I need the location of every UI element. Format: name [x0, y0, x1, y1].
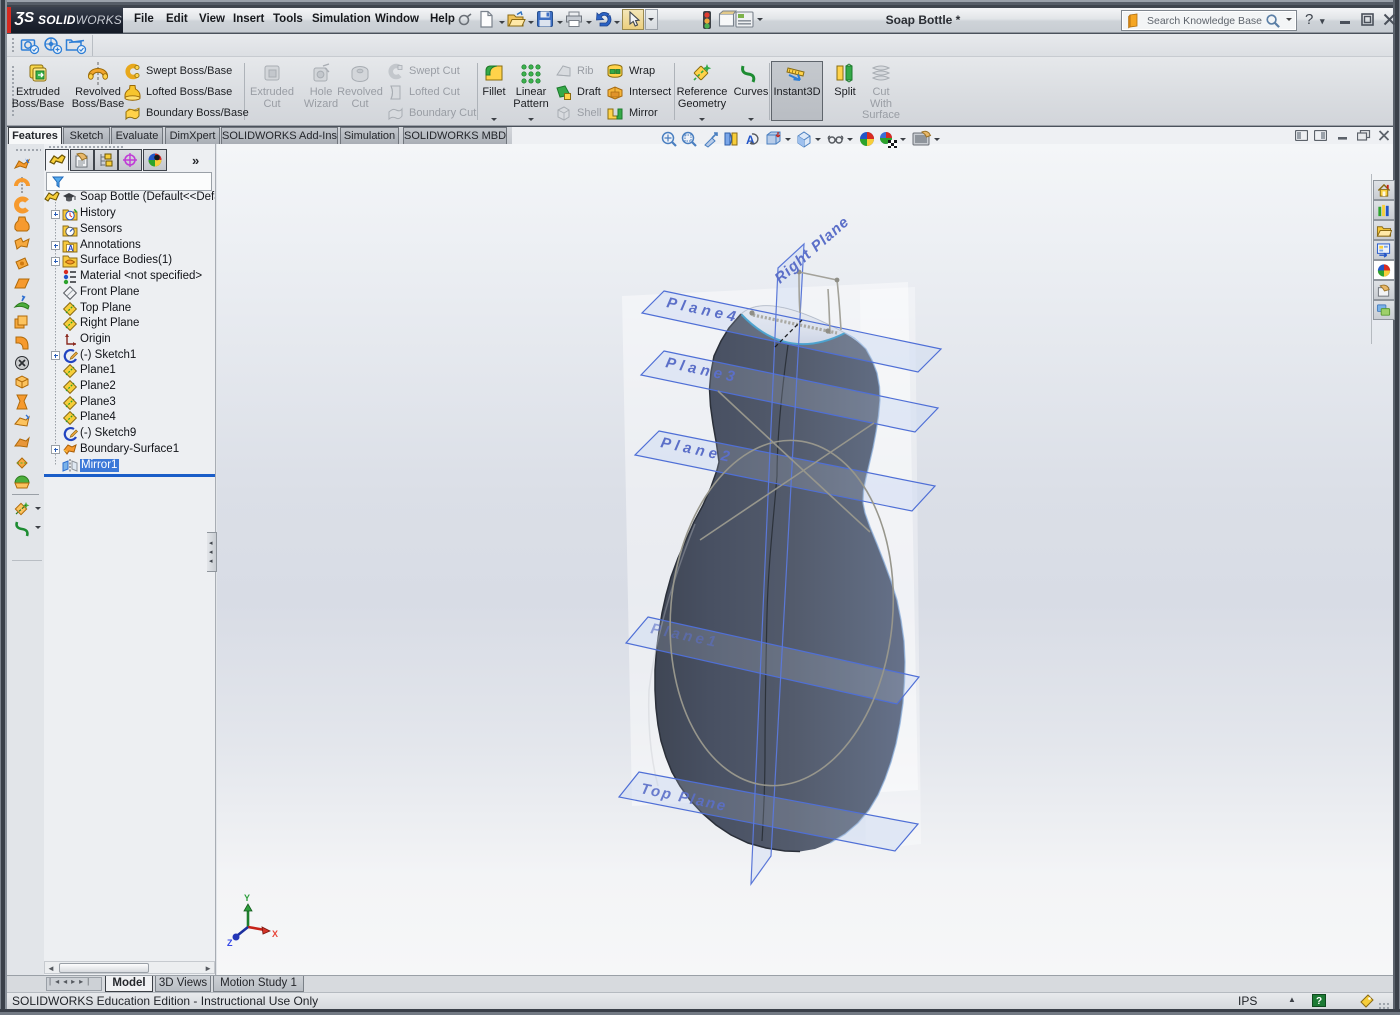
- svg-text:A: A: [746, 133, 755, 147]
- svg-text:A: A: [68, 243, 74, 252]
